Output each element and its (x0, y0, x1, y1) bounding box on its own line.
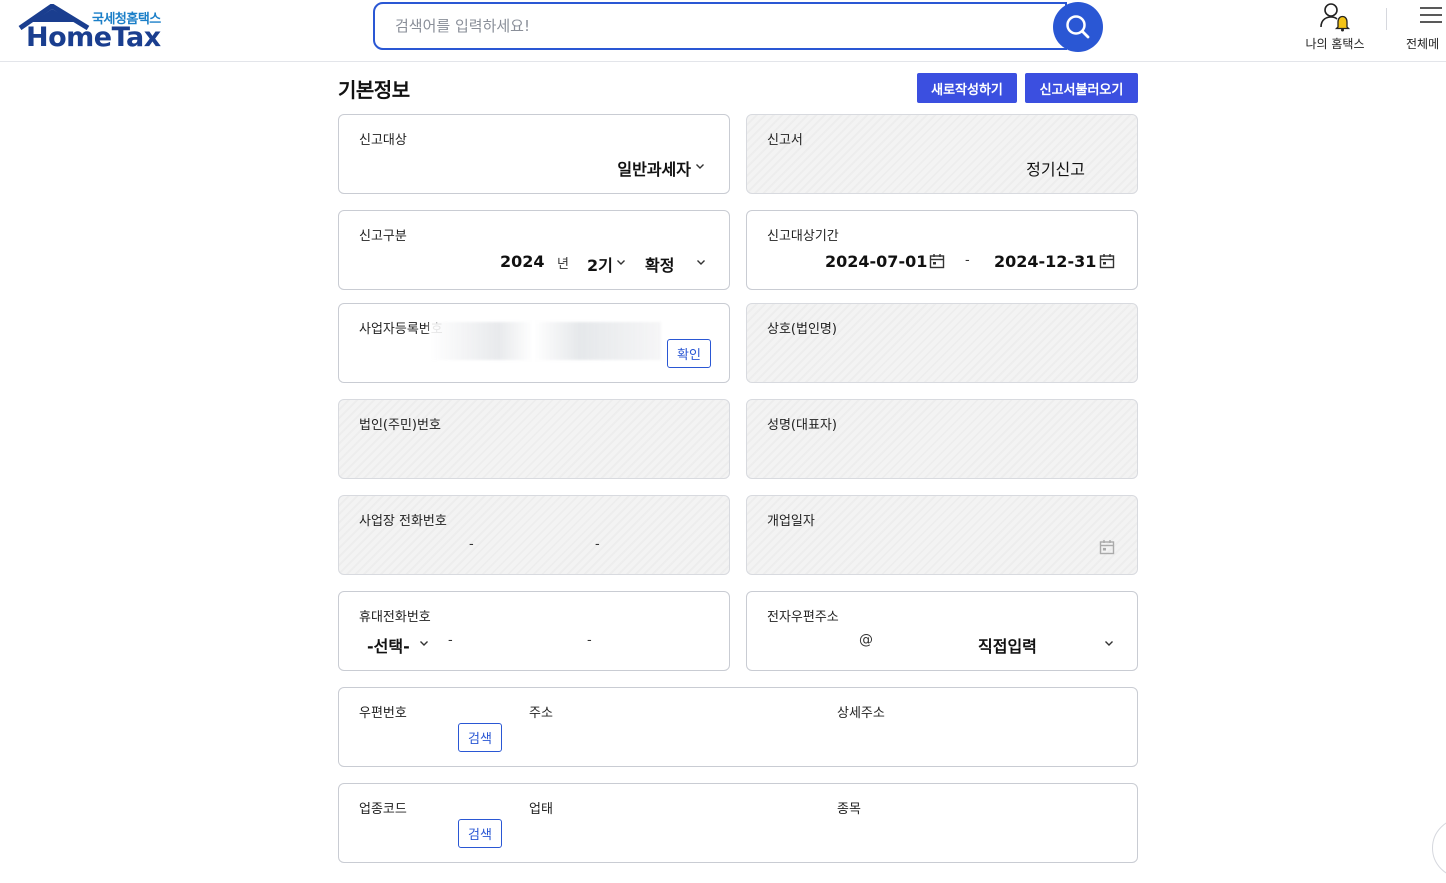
email-field: 전자우편주소 @ 직접입력 (746, 591, 1138, 671)
year-input[interactable]: 2024 (500, 252, 545, 271)
address-label: 주소 (529, 706, 553, 721)
calendar-icon[interactable] (929, 253, 945, 269)
new-report-button[interactable]: 새로작성하기 (917, 73, 1017, 103)
report-form-field: 신고서 정기신고 (746, 114, 1138, 194)
report-period-label: 신고대상기간 (767, 229, 839, 244)
zipcode-label: 우편번호 (359, 706, 407, 721)
open-date-label: 개업일자 (767, 514, 815, 529)
search-icon (1066, 15, 1090, 39)
report-target-label: 신고대상 (359, 133, 407, 148)
chevron-down-icon (617, 260, 625, 265)
business-number-field: 사업자등록번호 확인 (338, 303, 730, 383)
address-detail-label: 상세주소 (837, 706, 885, 721)
my-hometax-link[interactable]: 나의 홈택스 (1300, 0, 1370, 52)
user-bell-icon (1320, 3, 1351, 32)
start-date-input[interactable]: 2024-07-01 (825, 252, 927, 271)
corp-number-field: 법인(주민)번호 (338, 399, 730, 479)
mobile-phone-field: 휴대전화번호 -선택- - - (338, 591, 730, 671)
business-code-label: 업종코드 (359, 802, 407, 817)
period-select[interactable]: 2기 (587, 252, 613, 276)
search-button[interactable] (1053, 2, 1103, 52)
chevron-down-icon (696, 164, 704, 169)
confirm-button[interactable]: 확인 (667, 339, 711, 368)
chevron-down-icon (1105, 641, 1113, 646)
business-phone-label: 사업장 전화번호 (359, 514, 447, 529)
business-code-search-button[interactable]: 검색 (458, 819, 502, 848)
report-kind-select[interactable]: 확정 (645, 252, 674, 276)
business-item-label: 종목 (837, 802, 861, 817)
page-title: 기본정보 (338, 78, 410, 102)
top-header: 국세청홈택스 HomeTax 나의 홈택스 전체메 (0, 0, 1446, 62)
logo-title: HomeTax (26, 22, 161, 53)
email-label: 전자우편주소 (767, 610, 839, 625)
search-input[interactable] (395, 14, 1035, 38)
all-menu-link[interactable]: 전체메 (1406, 0, 1446, 52)
report-period-field: 신고대상기간 2024-07-01 - 2024-12-31 (746, 210, 1138, 290)
floating-button[interactable] (1432, 818, 1446, 878)
business-type-label: 업태 (529, 802, 553, 817)
report-target-value[interactable]: 일반과세자 (617, 156, 691, 180)
phone-dash-1: - (469, 537, 474, 552)
address-search-button[interactable]: 검색 (458, 723, 502, 752)
report-form-value: 정기신고 (1026, 160, 1085, 179)
address-field: 우편번호 검색 주소 상세주소 (338, 687, 1138, 767)
representative-name-label: 성명(대표자) (767, 418, 837, 433)
calendar-icon (1099, 540, 1115, 555)
report-form-label: 신고서 (767, 133, 803, 148)
chevron-down-icon (697, 260, 705, 265)
search-box (373, 2, 1067, 50)
redacted-business-number (429, 322, 661, 360)
report-type-label: 신고구분 (359, 229, 407, 244)
my-hometax-label: 나의 홈택스 (1305, 37, 1365, 51)
corp-number-label: 법인(주민)번호 (359, 418, 441, 433)
report-type-field: 신고구분 2024 년 2기 확정 (338, 210, 730, 290)
phone-dash-2: - (595, 537, 600, 552)
representative-name-field: 성명(대표자) (746, 399, 1138, 479)
calendar-icon[interactable] (1099, 253, 1115, 269)
header-divider (1386, 8, 1387, 30)
load-report-button[interactable]: 신고서불러오기 (1025, 73, 1138, 103)
date-separator: - (965, 253, 970, 268)
end-date-input[interactable]: 2024-12-31 (994, 252, 1096, 271)
year-unit-label: 년 (557, 257, 569, 272)
mobile-dash-1: - (448, 633, 453, 648)
company-name-label: 상호(법인명) (767, 322, 837, 337)
chevron-down-icon (420, 641, 428, 646)
email-at-sign: @ (859, 632, 873, 648)
mobile-prefix-select[interactable]: -선택- (367, 633, 410, 657)
business-phone-field: 사업장 전화번호 - - (338, 495, 730, 575)
mobile-dash-2: - (587, 633, 592, 648)
hometax-logo[interactable]: 국세청홈택스 HomeTax (18, 4, 178, 56)
report-target-field[interactable]: 신고대상 일반과세자 (338, 114, 730, 194)
company-name-field: 상호(법인명) (746, 303, 1138, 383)
hamburger-menu-icon (1420, 7, 1442, 23)
all-menu-label: 전체메 (1406, 37, 1440, 51)
open-date-field: 개업일자 (746, 495, 1138, 575)
email-domain-select[interactable]: 직접입력 (978, 633, 1037, 657)
business-code-field: 업종코드 검색 업태 종목 (338, 783, 1138, 863)
mobile-phone-label: 휴대전화번호 (359, 610, 431, 625)
